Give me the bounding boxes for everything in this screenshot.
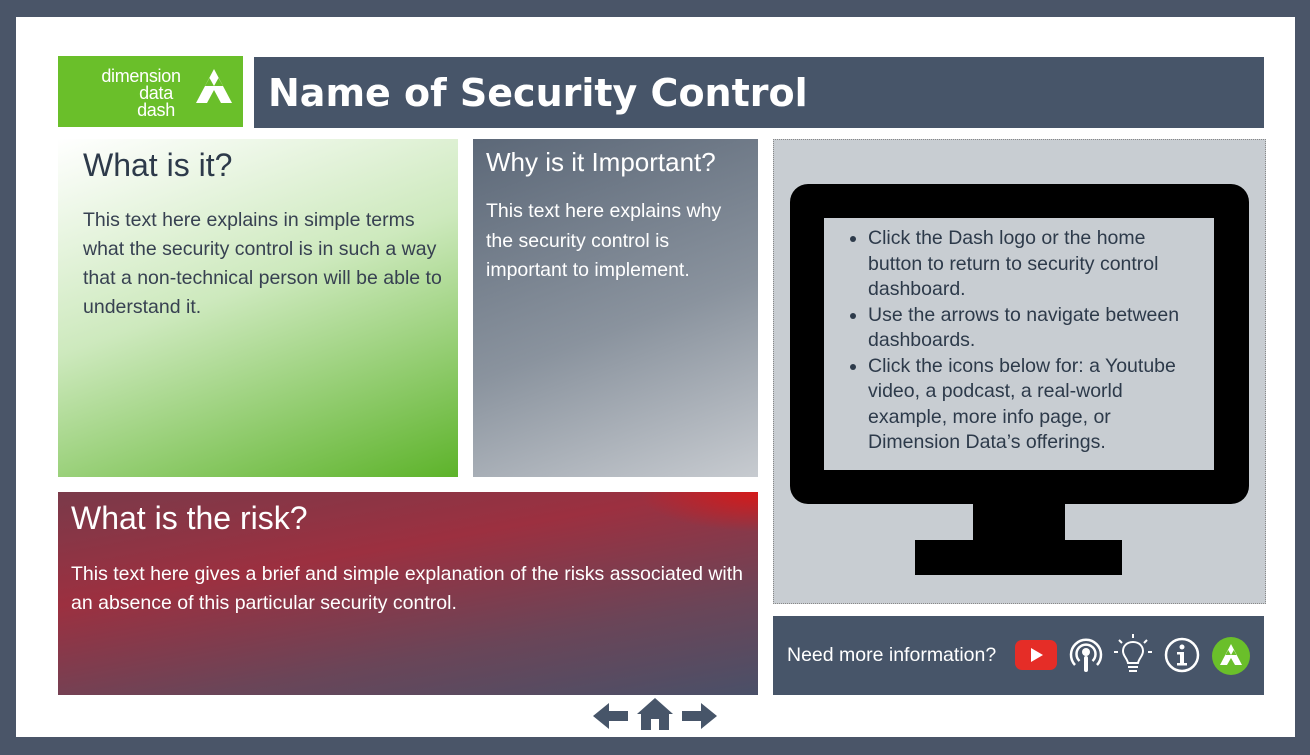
monitor-panel: Click the Dash logo or the home button t…: [773, 139, 1266, 604]
risk-heading: What is the risk?: [71, 500, 308, 536]
why-body: This text here explains why the security…: [486, 200, 722, 281]
slide: dimension data dash Name of Security Con…: [16, 17, 1295, 737]
what-heading: What is it?: [83, 147, 233, 183]
instruction-item: Click the Dash logo or the home button t…: [868, 226, 1194, 303]
monitor-base: [915, 540, 1122, 575]
arrow-left-icon[interactable]: [593, 698, 629, 734]
instructions-list: Click the Dash logo or the home button t…: [824, 218, 1214, 456]
dash-logo[interactable]: dimension data dash: [58, 56, 243, 127]
instruction-item: Use the arrows to navigate between dashb…: [868, 303, 1194, 354]
logo-line-3: dash: [137, 100, 175, 120]
info-label: Need more information?: [787, 644, 997, 666]
page-title: Name of Security Control: [268, 71, 808, 115]
youtube-icon[interactable]: [1015, 640, 1057, 670]
triangle-logo-icon: [196, 69, 232, 103]
what-is-it-card: What is it? This text here explains in s…: [58, 139, 458, 477]
dimension-data-icon[interactable]: [1211, 636, 1251, 676]
arrow-right-icon[interactable]: [681, 698, 717, 734]
why-heading: Why is it Important?: [486, 147, 716, 177]
monitor-icon: Click the Dash logo or the home button t…: [790, 184, 1249, 504]
lightbulb-icon[interactable]: [1114, 633, 1152, 677]
monitor-neck: [973, 504, 1065, 542]
podcast-icon[interactable]: [1067, 635, 1105, 675]
why-important-card: Why is it Important? This text here expl…: [473, 139, 758, 477]
info-icon[interactable]: [1164, 637, 1200, 673]
title-bar: Name of Security Control: [254, 57, 1264, 128]
home-icon[interactable]: [637, 697, 673, 731]
risk-card: What is the risk? This text here gives a…: [58, 492, 758, 695]
instruction-item: Click the icons below for: a Youtube vid…: [868, 354, 1194, 456]
monitor-screen: Click the Dash logo or the home button t…: [824, 218, 1214, 470]
risk-body: This text here gives a brief and simple …: [71, 563, 744, 614]
what-body: This text here explains in simple terms …: [83, 209, 442, 318]
logo-text: dimension data dash: [86, 67, 196, 120]
info-bar: Need more information?: [773, 616, 1264, 695]
